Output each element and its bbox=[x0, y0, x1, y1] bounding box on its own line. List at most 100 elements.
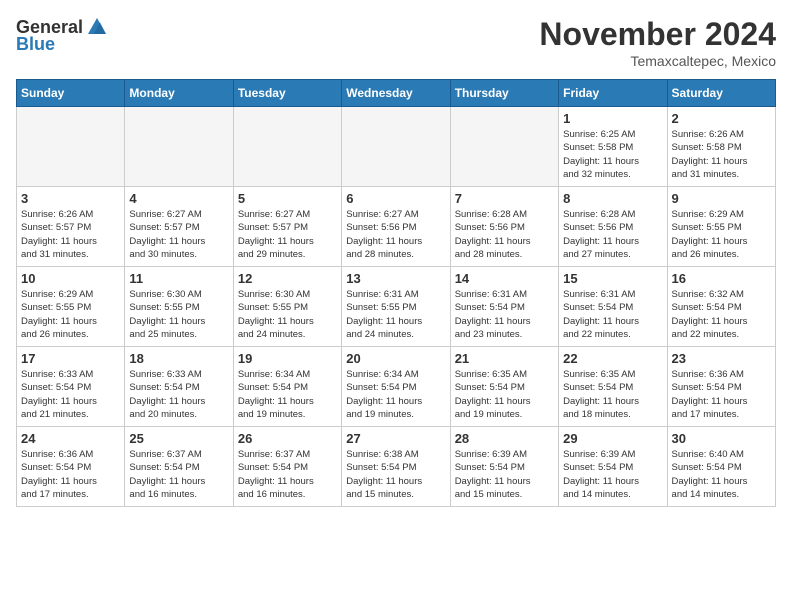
day-info: Sunrise: 6:30 AM Sunset: 5:55 PM Dayligh… bbox=[238, 288, 337, 341]
day-info: Sunrise: 6:34 AM Sunset: 5:54 PM Dayligh… bbox=[346, 368, 445, 421]
calendar-cell: 11 Sunrise: 6:30 AM Sunset: 5:55 PM Dayli… bbox=[125, 267, 233, 347]
weekday-header-tuesday: Tuesday bbox=[233, 80, 341, 107]
calendar-week-3: 10Sunrise: 6:29 AM Sunset: 5:55 PM Dayli… bbox=[17, 267, 776, 347]
day-number: 6 bbox=[346, 191, 445, 206]
calendar-cell bbox=[342, 107, 450, 187]
day-info: Sunrise: 6:27 AM Sunset: 5:56 PM Dayligh… bbox=[346, 208, 445, 261]
calendar-table: SundayMondayTuesdayWednesdayThursdayFrid… bbox=[16, 79, 776, 507]
day-number: 4 bbox=[129, 191, 228, 206]
location: Temaxcaltepec, Mexico bbox=[539, 53, 776, 69]
day-info: Sunrise: 6:33 AM Sunset: 5:54 PM Dayligh… bbox=[129, 368, 228, 421]
day-info: Sunrise: 6:33 AM Sunset: 5:54 PM Dayligh… bbox=[21, 368, 120, 421]
calendar-cell: 24 Sunrise: 6:36 AM Sunset: 5:54 PM Dayli… bbox=[17, 427, 125, 507]
calendar-cell bbox=[450, 107, 558, 187]
logo: General Blue bbox=[16, 16, 109, 55]
calendar-cell: 12 Sunrise: 6:30 AM Sunset: 5:55 PM Dayli… bbox=[233, 267, 341, 347]
calendar-week-2: 3 Sunrise: 6:26 AM Sunset: 5:57 PM Daylig… bbox=[17, 187, 776, 267]
calendar-cell: 18 Sunrise: 6:33 AM Sunset: 5:54 PM Dayli… bbox=[125, 347, 233, 427]
calendar-cell: 14 Sunrise: 6:31 AM Sunset: 5:54 PM Dayli… bbox=[450, 267, 558, 347]
day-number: 17 bbox=[21, 351, 120, 366]
day-number: 9 bbox=[672, 191, 771, 206]
day-info: Sunrise: 6:29 AM Sunset: 5:55 PM Dayligh… bbox=[21, 288, 120, 341]
calendar-cell: 5 Sunrise: 6:27 AM Sunset: 5:57 PM Daylig… bbox=[233, 187, 341, 267]
day-info: Sunrise: 6:27 AM Sunset: 5:57 PM Dayligh… bbox=[238, 208, 337, 261]
weekday-header-saturday: Saturday bbox=[667, 80, 775, 107]
calendar-week-4: 17 Sunrise: 6:33 AM Sunset: 5:54 PM Dayli… bbox=[17, 347, 776, 427]
calendar-cell: 13Sunrise: 6:31 AM Sunset: 5:55 PM Dayli… bbox=[342, 267, 450, 347]
day-number: 2 bbox=[672, 111, 771, 126]
day-number: 12 bbox=[238, 271, 337, 286]
calendar-cell: 19 Sunrise: 6:34 AM Sunset: 5:54 PM Dayli… bbox=[233, 347, 341, 427]
calendar-cell: 1Sunrise: 6:25 AM Sunset: 5:58 PM Daylig… bbox=[559, 107, 667, 187]
calendar-week-1: 1Sunrise: 6:25 AM Sunset: 5:58 PM Daylig… bbox=[17, 107, 776, 187]
calendar-cell: 28 Sunrise: 6:39 AM Sunset: 5:54 PM Dayli… bbox=[450, 427, 558, 507]
day-number: 7 bbox=[455, 191, 554, 206]
day-number: 22 bbox=[563, 351, 662, 366]
day-info: Sunrise: 6:38 AM Sunset: 5:54 PM Dayligh… bbox=[346, 448, 445, 501]
day-info: Sunrise: 6:25 AM Sunset: 5:58 PM Dayligh… bbox=[563, 128, 662, 181]
day-number: 8 bbox=[563, 191, 662, 206]
day-info: Sunrise: 6:37 AM Sunset: 5:54 PM Dayligh… bbox=[129, 448, 228, 501]
day-info: Sunrise: 6:26 AM Sunset: 5:58 PM Dayligh… bbox=[672, 128, 771, 181]
calendar-cell: 26 Sunrise: 6:37 AM Sunset: 5:54 PM Dayli… bbox=[233, 427, 341, 507]
day-info: Sunrise: 6:37 AM Sunset: 5:54 PM Dayligh… bbox=[238, 448, 337, 501]
day-number: 27 bbox=[346, 431, 445, 446]
day-info: Sunrise: 6:31 AM Sunset: 5:54 PM Dayligh… bbox=[455, 288, 554, 341]
day-info: Sunrise: 6:30 AM Sunset: 5:55 PM Dayligh… bbox=[129, 288, 228, 341]
day-info: Sunrise: 6:39 AM Sunset: 5:54 PM Dayligh… bbox=[563, 448, 662, 501]
day-number: 21 bbox=[455, 351, 554, 366]
day-number: 29 bbox=[563, 431, 662, 446]
day-number: 18 bbox=[129, 351, 228, 366]
calendar-cell: 29 Sunrise: 6:39 AM Sunset: 5:54 PM Dayli… bbox=[559, 427, 667, 507]
day-info: Sunrise: 6:31 AM Sunset: 5:54 PM Dayligh… bbox=[563, 288, 662, 341]
calendar-cell: 6 Sunrise: 6:27 AM Sunset: 5:56 PM Daylig… bbox=[342, 187, 450, 267]
logo-blue-text: Blue bbox=[16, 34, 55, 55]
calendar-cell: 9 Sunrise: 6:29 AM Sunset: 5:55 PM Daylig… bbox=[667, 187, 775, 267]
day-number: 24 bbox=[21, 431, 120, 446]
calendar-cell: 21 Sunrise: 6:35 AM Sunset: 5:54 PM Dayli… bbox=[450, 347, 558, 427]
calendar-cell: 17 Sunrise: 6:33 AM Sunset: 5:54 PM Dayli… bbox=[17, 347, 125, 427]
calendar-cell bbox=[233, 107, 341, 187]
day-info: Sunrise: 6:31 AM Sunset: 5:55 PM Dayligh… bbox=[346, 288, 445, 341]
calendar-cell: 8 Sunrise: 6:28 AM Sunset: 5:56 PM Daylig… bbox=[559, 187, 667, 267]
day-info: Sunrise: 6:32 AM Sunset: 5:54 PM Dayligh… bbox=[672, 288, 771, 341]
day-number: 30 bbox=[672, 431, 771, 446]
day-number: 11 bbox=[129, 271, 228, 286]
calendar-cell: 30Sunrise: 6:40 AM Sunset: 5:54 PM Dayli… bbox=[667, 427, 775, 507]
day-number: 16 bbox=[672, 271, 771, 286]
calendar-cell: 22 Sunrise: 6:35 AM Sunset: 5:54 PM Dayli… bbox=[559, 347, 667, 427]
day-number: 28 bbox=[455, 431, 554, 446]
title-block: November 2024 Temaxcaltepec, Mexico bbox=[539, 16, 776, 69]
page-header: General Blue November 2024 Temaxcaltepec… bbox=[16, 16, 776, 69]
day-info: Sunrise: 6:27 AM Sunset: 5:57 PM Dayligh… bbox=[129, 208, 228, 261]
logo-icon bbox=[86, 16, 108, 38]
day-number: 3 bbox=[21, 191, 120, 206]
day-number: 15 bbox=[563, 271, 662, 286]
calendar-cell bbox=[17, 107, 125, 187]
calendar-cell: 20Sunrise: 6:34 AM Sunset: 5:54 PM Dayli… bbox=[342, 347, 450, 427]
calendar-cell: 25Sunrise: 6:37 AM Sunset: 5:54 PM Dayli… bbox=[125, 427, 233, 507]
weekday-header-friday: Friday bbox=[559, 80, 667, 107]
day-number: 26 bbox=[238, 431, 337, 446]
day-number: 5 bbox=[238, 191, 337, 206]
calendar-week-5: 24 Sunrise: 6:36 AM Sunset: 5:54 PM Dayli… bbox=[17, 427, 776, 507]
day-number: 19 bbox=[238, 351, 337, 366]
day-number: 23 bbox=[672, 351, 771, 366]
day-info: Sunrise: 6:29 AM Sunset: 5:55 PM Dayligh… bbox=[672, 208, 771, 261]
weekday-header-wednesday: Wednesday bbox=[342, 80, 450, 107]
day-info: Sunrise: 6:28 AM Sunset: 5:56 PM Dayligh… bbox=[563, 208, 662, 261]
day-info: Sunrise: 6:35 AM Sunset: 5:54 PM Dayligh… bbox=[563, 368, 662, 421]
calendar-cell: 4 Sunrise: 6:27 AM Sunset: 5:57 PM Daylig… bbox=[125, 187, 233, 267]
weekday-header-sunday: Sunday bbox=[17, 80, 125, 107]
calendar-cell: 16 Sunrise: 6:32 AM Sunset: 5:54 PM Dayli… bbox=[667, 267, 775, 347]
day-info: Sunrise: 6:28 AM Sunset: 5:56 PM Dayligh… bbox=[455, 208, 554, 261]
day-info: Sunrise: 6:36 AM Sunset: 5:54 PM Dayligh… bbox=[672, 368, 771, 421]
day-info: Sunrise: 6:34 AM Sunset: 5:54 PM Dayligh… bbox=[238, 368, 337, 421]
day-info: Sunrise: 6:35 AM Sunset: 5:54 PM Dayligh… bbox=[455, 368, 554, 421]
day-number: 14 bbox=[455, 271, 554, 286]
day-info: Sunrise: 6:36 AM Sunset: 5:54 PM Dayligh… bbox=[21, 448, 120, 501]
calendar-cell: 3 Sunrise: 6:26 AM Sunset: 5:57 PM Daylig… bbox=[17, 187, 125, 267]
day-info: Sunrise: 6:26 AM Sunset: 5:57 PM Dayligh… bbox=[21, 208, 120, 261]
day-info: Sunrise: 6:39 AM Sunset: 5:54 PM Dayligh… bbox=[455, 448, 554, 501]
month-title: November 2024 bbox=[539, 16, 776, 53]
